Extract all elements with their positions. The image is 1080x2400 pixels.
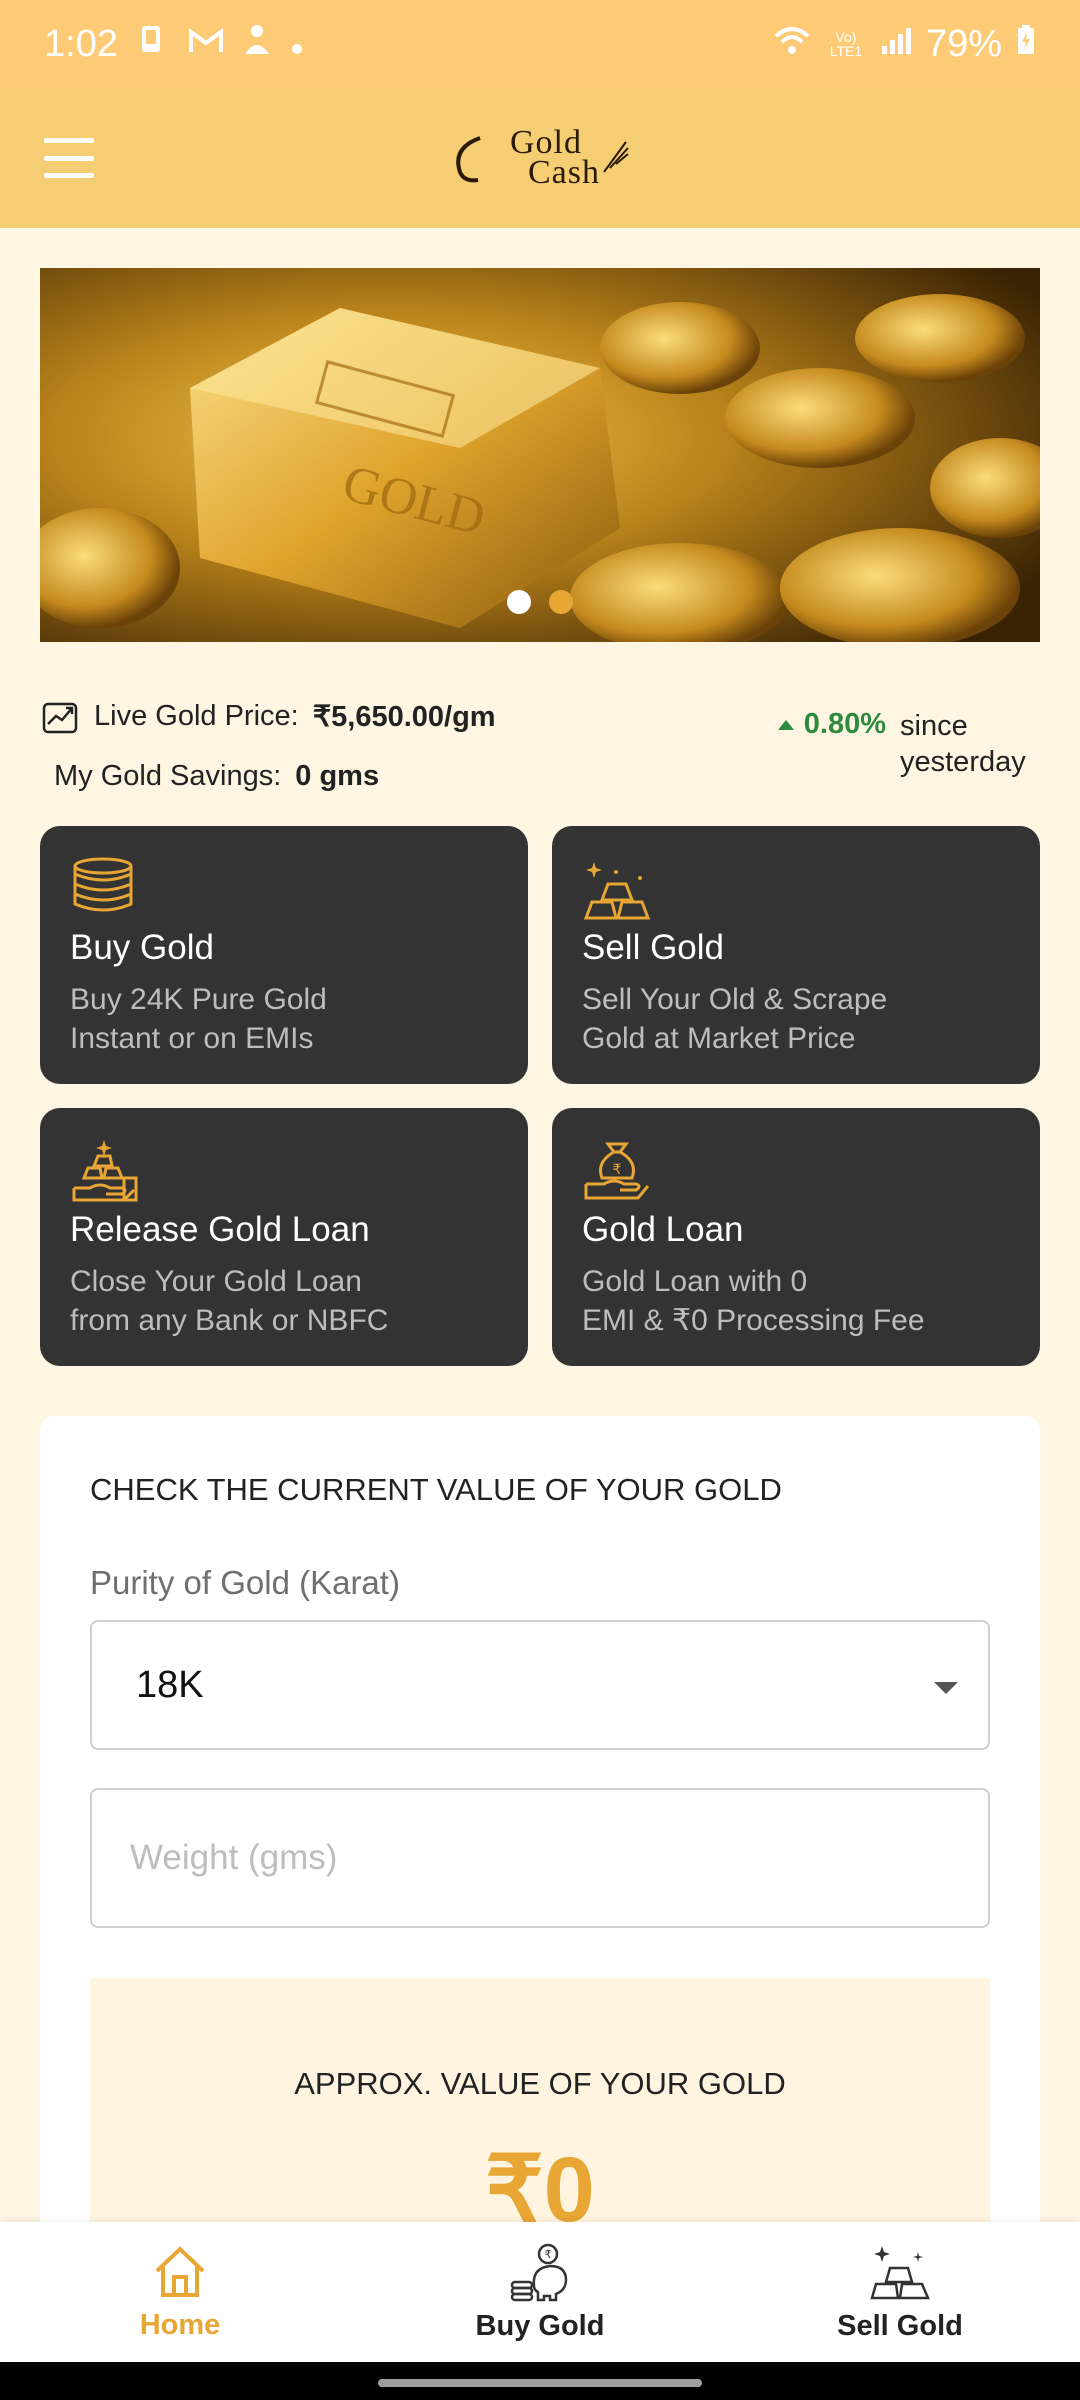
app-bar: Gold Cash xyxy=(0,88,1080,228)
price-chart-icon xyxy=(42,702,78,734)
gold-bars-stack-icon xyxy=(870,2245,930,2299)
gold-loan-card[interactable]: ₹ Gold Loan Gold Loan with 0 EMI & ₹0 Pr… xyxy=(552,1108,1040,1366)
nav-home[interactable]: Home xyxy=(0,2222,360,2362)
buy-gold-subtitle: Buy 24K Pure Gold Instant or on EMIs xyxy=(70,983,327,1055)
bottom-navigation: Home ₹ Buy Gold Sell Gold xyxy=(0,2222,1080,2362)
banner-pagination xyxy=(40,590,1040,614)
calculator-title: CHECK THE CURRENT VALUE OF YOUR GOLD xyxy=(90,1472,782,1507)
purity-selected-value: 18K xyxy=(136,1663,204,1706)
approx-value-title: APPROX. VALUE OF YOUR GOLD xyxy=(294,2066,786,2101)
weight-input[interactable] xyxy=(90,1788,990,1928)
svg-text:₹: ₹ xyxy=(613,1162,622,1178)
sell-gold-card[interactable]: Sell Gold Sell Your Old & Scrape Gold at… xyxy=(552,826,1040,1084)
nav-sell-gold-label: Sell Gold xyxy=(837,2309,963,2342)
money-bag-hand-icon: ₹ xyxy=(582,1138,1010,1204)
price-change-text: since yesterday xyxy=(900,710,1026,778)
sell-gold-subtitle: Sell Your Old & Scrape Gold at Market Pr… xyxy=(582,983,888,1055)
coin-stack-icon xyxy=(70,856,498,922)
notification-app-icon xyxy=(136,22,170,66)
release-gold-loan-title: Release Gold Loan xyxy=(70,1210,370,1249)
wifi-icon xyxy=(772,23,812,66)
signal-icon xyxy=(880,23,912,66)
system-navigation-bar xyxy=(0,2362,1080,2400)
status-time: 1:02 xyxy=(44,22,118,65)
home-icon xyxy=(155,2245,205,2297)
hand-gold-bars-icon xyxy=(70,1138,498,1204)
purity-select[interactable]: 18K xyxy=(90,1620,990,1750)
release-gold-loan-subtitle: Close Your Gold Loan from any Bank or NB… xyxy=(70,1265,389,1337)
sell-gold-title: Sell Gold xyxy=(582,928,725,967)
logo-swoosh-icon xyxy=(456,136,481,183)
gold-bar-banner-image: GOLD xyxy=(40,268,1040,642)
gold-loan-title: Gold Loan xyxy=(582,1210,744,1249)
menu-icon[interactable] xyxy=(44,138,94,178)
logo-feather-icon xyxy=(603,141,629,173)
network-type-label: Vo) LTE1 xyxy=(829,29,863,59)
app-logo: Gold Cash xyxy=(450,126,630,191)
gold-savings-label: My Gold Savings: xyxy=(54,760,282,792)
gold-bars-icon xyxy=(582,856,1010,922)
nav-buy-gold-label: Buy Gold xyxy=(475,2309,605,2342)
buy-gold-title: Buy Gold xyxy=(70,928,214,967)
price-change-percent-wrap: 0.80% xyxy=(777,708,886,741)
up-arrow-icon xyxy=(777,719,794,730)
notification-person-icon xyxy=(242,22,272,66)
status-bar: 1:02 Vo) LTE1 79% xyxy=(0,0,1080,88)
home-gesture-handle[interactable] xyxy=(378,2379,702,2387)
piggy-bank-coins-icon: ₹ xyxy=(510,2243,568,2301)
gold-savings-value: 0 gms xyxy=(295,760,380,792)
gold-loan-subtitle: Gold Loan with 0 EMI & ₹0 Processing Fee xyxy=(582,1265,925,1337)
dropdown-caret-icon xyxy=(934,1682,958,1694)
status-left: 1:02 xyxy=(44,22,304,66)
live-price-row: Live Gold Price: ₹5,650.00/gm 0.80% sinc… xyxy=(40,690,1040,778)
purity-label: Purity of Gold (Karat) xyxy=(90,1564,400,1601)
buy-gold-card[interactable]: Buy Gold Buy 24K Pure Gold Instant or on… xyxy=(40,826,528,1084)
battery-percent: 79% xyxy=(925,22,1002,65)
price-change: 0.80% since yesterday xyxy=(777,708,1040,780)
live-price-label: Live Gold Price: xyxy=(94,699,299,732)
gold-savings-row: My Gold Savings: 0 gms xyxy=(54,760,379,793)
banner-dot-2[interactable] xyxy=(549,590,573,614)
nav-sell-gold[interactable]: Sell Gold xyxy=(720,2222,1080,2362)
live-price-value: ₹5,650.00/gm xyxy=(312,700,496,733)
more-notifications-dot-icon xyxy=(290,23,304,66)
status-right: Vo) LTE1 79% xyxy=(772,23,1036,66)
price-change-percent: 0.80% xyxy=(803,708,886,740)
logo-line-2: Cash xyxy=(528,154,600,191)
battery-charging-icon xyxy=(1016,23,1036,66)
nav-home-label: Home xyxy=(139,2308,221,2341)
promo-banner[interactable]: GOLD xyxy=(40,268,1040,642)
release-gold-loan-card[interactable]: Release Gold Loan Close Your Gold Loan f… xyxy=(40,1108,528,1366)
gmail-icon xyxy=(188,23,224,66)
banner-dot-1[interactable] xyxy=(507,590,531,614)
svg-text:₹: ₹ xyxy=(545,2248,552,2261)
nav-buy-gold[interactable]: ₹ Buy Gold xyxy=(360,2222,720,2362)
